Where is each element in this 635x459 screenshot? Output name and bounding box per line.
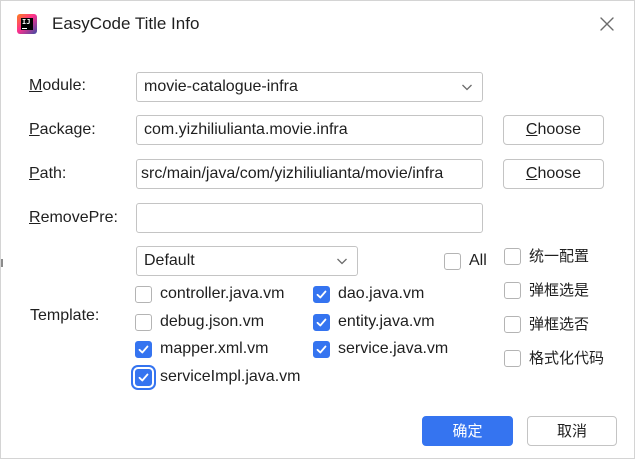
checkbox-box[interactable]: [135, 313, 152, 331]
template-checkbox-serviceimpl[interactable]: serviceImpl.java.vm: [135, 367, 300, 387]
all-checkbox-label: All: [469, 252, 487, 269]
checkbox-box[interactable]: [504, 247, 521, 265]
checkbox-box-checked[interactable]: [313, 340, 330, 358]
module-combobox[interactable]: movie-catalogue-infra: [136, 72, 483, 102]
path-input[interactable]: src/main/java/com/yizhiliulianta/movie/i…: [136, 159, 483, 189]
module-value: movie-catalogue-infra: [144, 78, 298, 95]
option-format-code[interactable]: 格式化代码: [504, 348, 604, 368]
all-checkbox-box[interactable]: [444, 252, 461, 270]
checkbox-label: entity.java.vm: [338, 313, 435, 330]
chevron-down-icon: [337, 258, 347, 265]
checkbox-box[interactable]: [504, 315, 521, 333]
checkmark-icon: [138, 345, 149, 353]
checkbox-label: 弹框选是: [529, 281, 590, 299]
path-value: src/main/java/com/yizhiliulianta/movie/i…: [141, 165, 444, 182]
dialog-title: EasyCode Title Info: [52, 14, 200, 33]
intellij-app-icon: IJ: [17, 14, 37, 34]
ok-button[interactable]: 确定: [422, 416, 513, 446]
template-checkbox-controller[interactable]: controller.java.vm: [135, 284, 285, 304]
close-icon: [600, 17, 614, 31]
template-checkbox-debug[interactable]: debug.json.vm: [135, 312, 264, 332]
path-choose-button[interactable]: Choose: [503, 159, 604, 189]
checkmark-icon: [316, 290, 327, 298]
package-value: com.yizhiliulianta.movie.infra: [144, 121, 348, 138]
module-label: Module:: [29, 77, 86, 94]
chevron-down-icon: [462, 84, 472, 91]
all-checkbox[interactable]: All: [444, 251, 487, 271]
checkbox-label: service.java.vm: [338, 340, 449, 357]
checkbox-label: 格式化代码: [529, 349, 605, 367]
checkbox-label: 统一配置: [529, 247, 590, 265]
checkmark-icon: [316, 318, 327, 326]
path-label: Path:: [29, 165, 67, 182]
checkbox-box[interactable]: [504, 349, 521, 367]
checkbox-label: serviceImpl.java.vm: [160, 368, 301, 385]
package-input[interactable]: com.yizhiliulianta.movie.infra: [136, 115, 483, 145]
checkbox-label: 弹框选否: [529, 315, 590, 333]
option-popup-yes[interactable]: 弹框选是: [504, 280, 589, 300]
checkbox-box[interactable]: [135, 285, 152, 303]
checkmark-icon: [316, 345, 327, 353]
checkbox-box-checked-focused[interactable]: [135, 368, 152, 386]
cancel-button[interactable]: 取消: [527, 416, 617, 446]
template-group-value: Default: [144, 252, 195, 269]
checkbox-label: debug.json.vm: [160, 313, 265, 330]
window-edge-mark: [1, 259, 3, 267]
remove-pre-input[interactable]: [136, 203, 483, 233]
checkbox-label: mapper.xml.vm: [160, 340, 269, 357]
template-label: Template:: [30, 307, 100, 324]
package-label: Package:: [29, 121, 96, 138]
checkmark-icon: [138, 373, 149, 381]
checkbox-box-checked[interactable]: [313, 313, 330, 331]
checkbox-label: controller.java.vm: [160, 285, 285, 302]
checkbox-box-checked[interactable]: [313, 285, 330, 303]
template-group-combobox[interactable]: Default: [136, 246, 358, 276]
easycode-title-info-dialog: IJ EasyCode Title Info Module: movie-cat…: [0, 0, 635, 459]
template-checkbox-entity[interactable]: entity.java.vm: [313, 312, 435, 332]
checkbox-box-checked[interactable]: [135, 340, 152, 358]
checkbox-label: dao.java.vm: [338, 285, 425, 302]
option-popup-no[interactable]: 弹框选否: [504, 314, 589, 334]
template-checkbox-dao[interactable]: dao.java.vm: [313, 284, 424, 304]
template-checkbox-mapper[interactable]: mapper.xml.vm: [135, 339, 268, 359]
close-button[interactable]: [597, 14, 617, 34]
template-checkbox-service[interactable]: service.java.vm: [313, 339, 448, 359]
checkbox-box[interactable]: [504, 281, 521, 299]
package-choose-button[interactable]: Choose: [503, 115, 604, 145]
option-unified-config[interactable]: 统一配置: [504, 246, 589, 266]
remove-pre-label: RemovePre:: [29, 209, 118, 226]
